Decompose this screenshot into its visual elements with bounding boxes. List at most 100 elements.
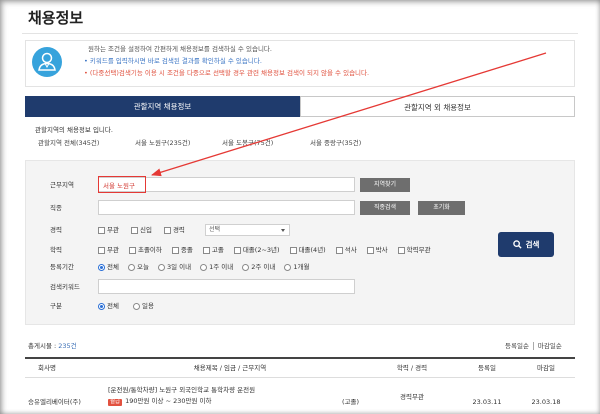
region-link-nowon[interactable]: 서울 노원구(235건): [135, 139, 190, 147]
option-label: 석사: [344, 246, 357, 254]
person-icon: [32, 47, 62, 77]
education-option[interactable]: 초졸이하: [128, 246, 162, 254]
checkbox[interactable]: [171, 246, 179, 254]
checkbox[interactable]: [130, 226, 138, 234]
option-label: 2주 이내: [251, 263, 276, 271]
region-link-all[interactable]: 관할지역 전체(345건): [38, 139, 99, 147]
type-label: 구분: [50, 302, 62, 310]
sort-by-registered[interactable]: 등록일순: [505, 342, 529, 350]
period-option[interactable]: 3일 이내: [157, 263, 191, 271]
education-option[interactable]: 석사: [335, 246, 357, 254]
checkbox[interactable]: [128, 246, 136, 254]
region-link-jungnang[interactable]: 서울 중랑구(35건): [310, 139, 361, 147]
column-header-deadline: 마감일: [537, 364, 555, 372]
sort-options: 등록일순 마감일순: [505, 342, 562, 350]
info-line-keyword: • 키워드를 입력하시면 바로 검색된 결과를 확인하실 수 있습니다.: [84, 57, 262, 65]
option-label: 전체: [107, 302, 119, 310]
title-divider: [22, 33, 578, 34]
option-label: 중졸: [180, 246, 193, 254]
select-value: 선택: [209, 226, 221, 233]
period-option[interactable]: 오늘: [127, 263, 149, 271]
option-label: 고졸: [211, 246, 224, 254]
option-label: 1주 이내: [209, 263, 234, 271]
table-header-border: [25, 377, 575, 378]
period-option[interactable]: 2주 이내: [242, 263, 275, 271]
row-deadline-date: 23.03.18: [531, 398, 561, 406]
radio[interactable]: [98, 263, 105, 271]
row-company[interactable]: 승유엘리베이터(주): [28, 398, 81, 406]
education-option[interactable]: 박사: [366, 246, 388, 254]
option-label: 학력무관: [406, 246, 431, 254]
radio[interactable]: [132, 302, 140, 310]
row-registered-date: 23.03.11: [472, 398, 502, 406]
search-button[interactable]: 검색: [498, 232, 554, 257]
radio[interactable]: [157, 263, 165, 271]
education-option[interactable]: 무관: [98, 246, 119, 254]
wage-type-badge: 월급: [108, 399, 123, 406]
row-education: (고졸): [342, 398, 360, 406]
type-option-all[interactable]: 전체: [98, 302, 119, 310]
checkbox[interactable]: [397, 246, 405, 254]
radio[interactable]: [200, 263, 208, 271]
keyword-label: 검색키워드: [50, 283, 80, 291]
checkbox[interactable]: [163, 226, 171, 234]
tab-jurisdiction-jobs[interactable]: 관할지역 채용정보: [25, 96, 300, 117]
row-wage: 월급 190만원 이상 ~ 230만원 이하: [108, 397, 212, 406]
career-option-any[interactable]: 무관: [98, 226, 119, 234]
option-label: 초졸이하: [137, 246, 162, 254]
option-label: 전체: [107, 263, 119, 271]
keyword-input[interactable]: [98, 279, 355, 294]
period-option[interactable]: 1개월: [284, 263, 310, 271]
total-count: 235건: [58, 342, 77, 350]
wage-text: 190만원 이상 ~ 230만원 이하: [125, 397, 212, 405]
option-label: 신입: [139, 226, 152, 234]
period-option[interactable]: 전체: [98, 263, 119, 271]
job-search-button[interactable]: 직종검색: [360, 201, 410, 215]
checkbox[interactable]: [233, 246, 241, 254]
option-label: 1개월: [293, 263, 310, 271]
checkbox[interactable]: [335, 246, 343, 254]
period-label: 등록기간: [50, 263, 74, 271]
career-years-select[interactable]: 선택: [205, 224, 290, 236]
career-option-new[interactable]: 신입: [130, 226, 152, 234]
checkbox[interactable]: [289, 246, 297, 254]
option-label: 대졸(4년): [298, 246, 326, 254]
education-option[interactable]: 학력무관: [397, 246, 431, 254]
type-options: 전체 일용: [98, 302, 154, 310]
education-option[interactable]: 대졸(2~3년): [233, 246, 280, 254]
tab-outside-jurisdiction-jobs[interactable]: 관할지역 외 채용정보: [300, 96, 575, 117]
radio[interactable]: [127, 263, 135, 271]
education-label: 학력: [50, 246, 62, 254]
type-option-daily[interactable]: 일용: [132, 302, 154, 310]
radio[interactable]: [284, 263, 292, 271]
row-job-title[interactable]: [운전원/통학차량] 노원구 외국인학교 통학차량 운전원: [108, 386, 255, 394]
checkbox[interactable]: [98, 246, 105, 254]
column-header-company: 회사명: [38, 364, 56, 372]
find-area-button[interactable]: 지역찾기: [360, 178, 410, 192]
column-header-education-career: 학력 / 경력: [396, 364, 428, 372]
checkbox[interactable]: [98, 226, 105, 234]
period-option[interactable]: 1주 이내: [200, 263, 233, 271]
education-option[interactable]: 중졸: [171, 246, 193, 254]
annotation-highlight-box: [98, 176, 146, 193]
career-label: 경력: [50, 226, 62, 234]
sort-by-deadline[interactable]: 마감일순: [532, 342, 562, 350]
option-label: 무관: [107, 226, 119, 234]
area-label: 근무지역: [50, 181, 74, 189]
option-label: 일용: [141, 302, 154, 310]
chevron-down-icon: [281, 229, 285, 232]
table-top-border: [25, 357, 575, 359]
education-option[interactable]: 대졸(4년): [289, 246, 326, 254]
period-options: 전체 오늘 3일 이내 1주 이내 2주 이내 1개월: [98, 263, 310, 271]
education-option[interactable]: 고졸: [202, 246, 224, 254]
checkbox[interactable]: [202, 246, 210, 254]
job-input[interactable]: [98, 200, 355, 215]
career-option-experienced[interactable]: 경력: [163, 226, 185, 234]
checkbox[interactable]: [366, 246, 374, 254]
radio[interactable]: [242, 263, 250, 271]
job-label: 직종: [50, 204, 62, 212]
region-link-dobong[interactable]: 서울 도봉구(75건): [222, 139, 273, 147]
option-label: 대졸(2~3년): [242, 246, 280, 254]
radio[interactable]: [98, 302, 105, 310]
reset-button[interactable]: 초기화: [418, 201, 465, 215]
